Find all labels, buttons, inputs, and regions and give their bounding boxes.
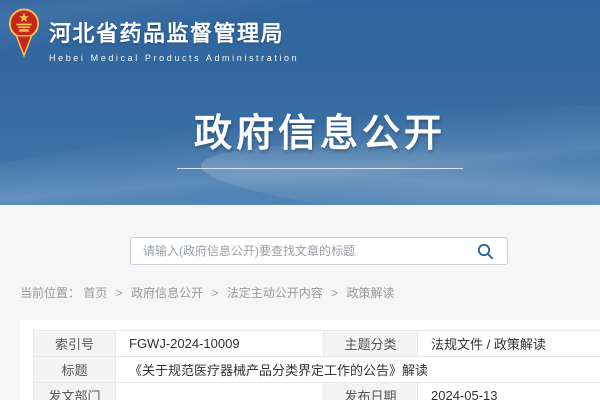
national-emblem-icon xyxy=(8,7,40,63)
label-index-number: 索引号 xyxy=(34,331,116,357)
search-box[interactable] xyxy=(130,237,508,265)
site-logo[interactable]: 河北省药品监督管理局 Hebei Medical Products Admini… xyxy=(8,7,299,63)
breadcrumb-separator: > xyxy=(211,286,218,300)
search-input[interactable] xyxy=(131,238,477,264)
breadcrumb-item-policy-interpretation[interactable]: 政策解读 xyxy=(347,286,395,300)
breadcrumb: 当前位置： 首页 > 政府信息公开 > 法定主动公开内容 > 政策解读 xyxy=(20,284,395,301)
org-name-zh: 河北省药品监督管理局 xyxy=(49,16,299,48)
table-row: 发文部门 发布日期 2024-05-13 xyxy=(34,383,600,400)
org-name-en: Hebei Medical Products Administration xyxy=(49,53,299,63)
value-index-number: FGWJ-2024-10009 xyxy=(116,331,324,357)
site-header: 河北省药品监督管理局 Hebei Medical Products Admini… xyxy=(0,0,600,205)
label-publish-date: 发布日期 xyxy=(324,383,418,400)
banner-underline xyxy=(177,168,463,169)
value-issuing-department xyxy=(116,383,324,400)
label-topic-category: 主题分类 xyxy=(324,331,418,357)
value-publish-date: 2024-05-13 xyxy=(418,383,600,400)
breadcrumb-item-gov-info[interactable]: 政府信息公开 xyxy=(131,286,203,300)
table-row: 标题 《关于规范医疗器械产品分类界定工作的公告》解读 xyxy=(34,357,600,383)
table-row: 索引号 FGWJ-2024-10009 主题分类 法规文件 / 政策解读 xyxy=(34,331,600,357)
page-title: 政府信息公开 xyxy=(0,102,600,157)
breadcrumb-item-home[interactable]: 首页 xyxy=(83,286,107,300)
breadcrumb-prefix: 当前位置： xyxy=(20,286,80,300)
document-info-card: 索引号 FGWJ-2024-10009 主题分类 法规文件 / 政策解读 标题 … xyxy=(20,320,600,400)
search-icon[interactable] xyxy=(477,243,494,260)
label-issuing-department: 发文部门 xyxy=(34,383,116,400)
breadcrumb-item-statutory-disclosure[interactable]: 法定主动公开内容 xyxy=(227,286,323,300)
value-topic-category: 法规文件 / 政策解读 xyxy=(418,331,600,357)
breadcrumb-separator: > xyxy=(116,286,123,300)
document-info-table: 索引号 FGWJ-2024-10009 主题分类 法规文件 / 政策解读 标题 … xyxy=(33,330,600,400)
value-title: 《关于规范医疗器械产品分类界定工作的公告》解读 xyxy=(116,357,600,383)
breadcrumb-separator: > xyxy=(331,286,338,300)
label-title: 标题 xyxy=(34,357,116,383)
